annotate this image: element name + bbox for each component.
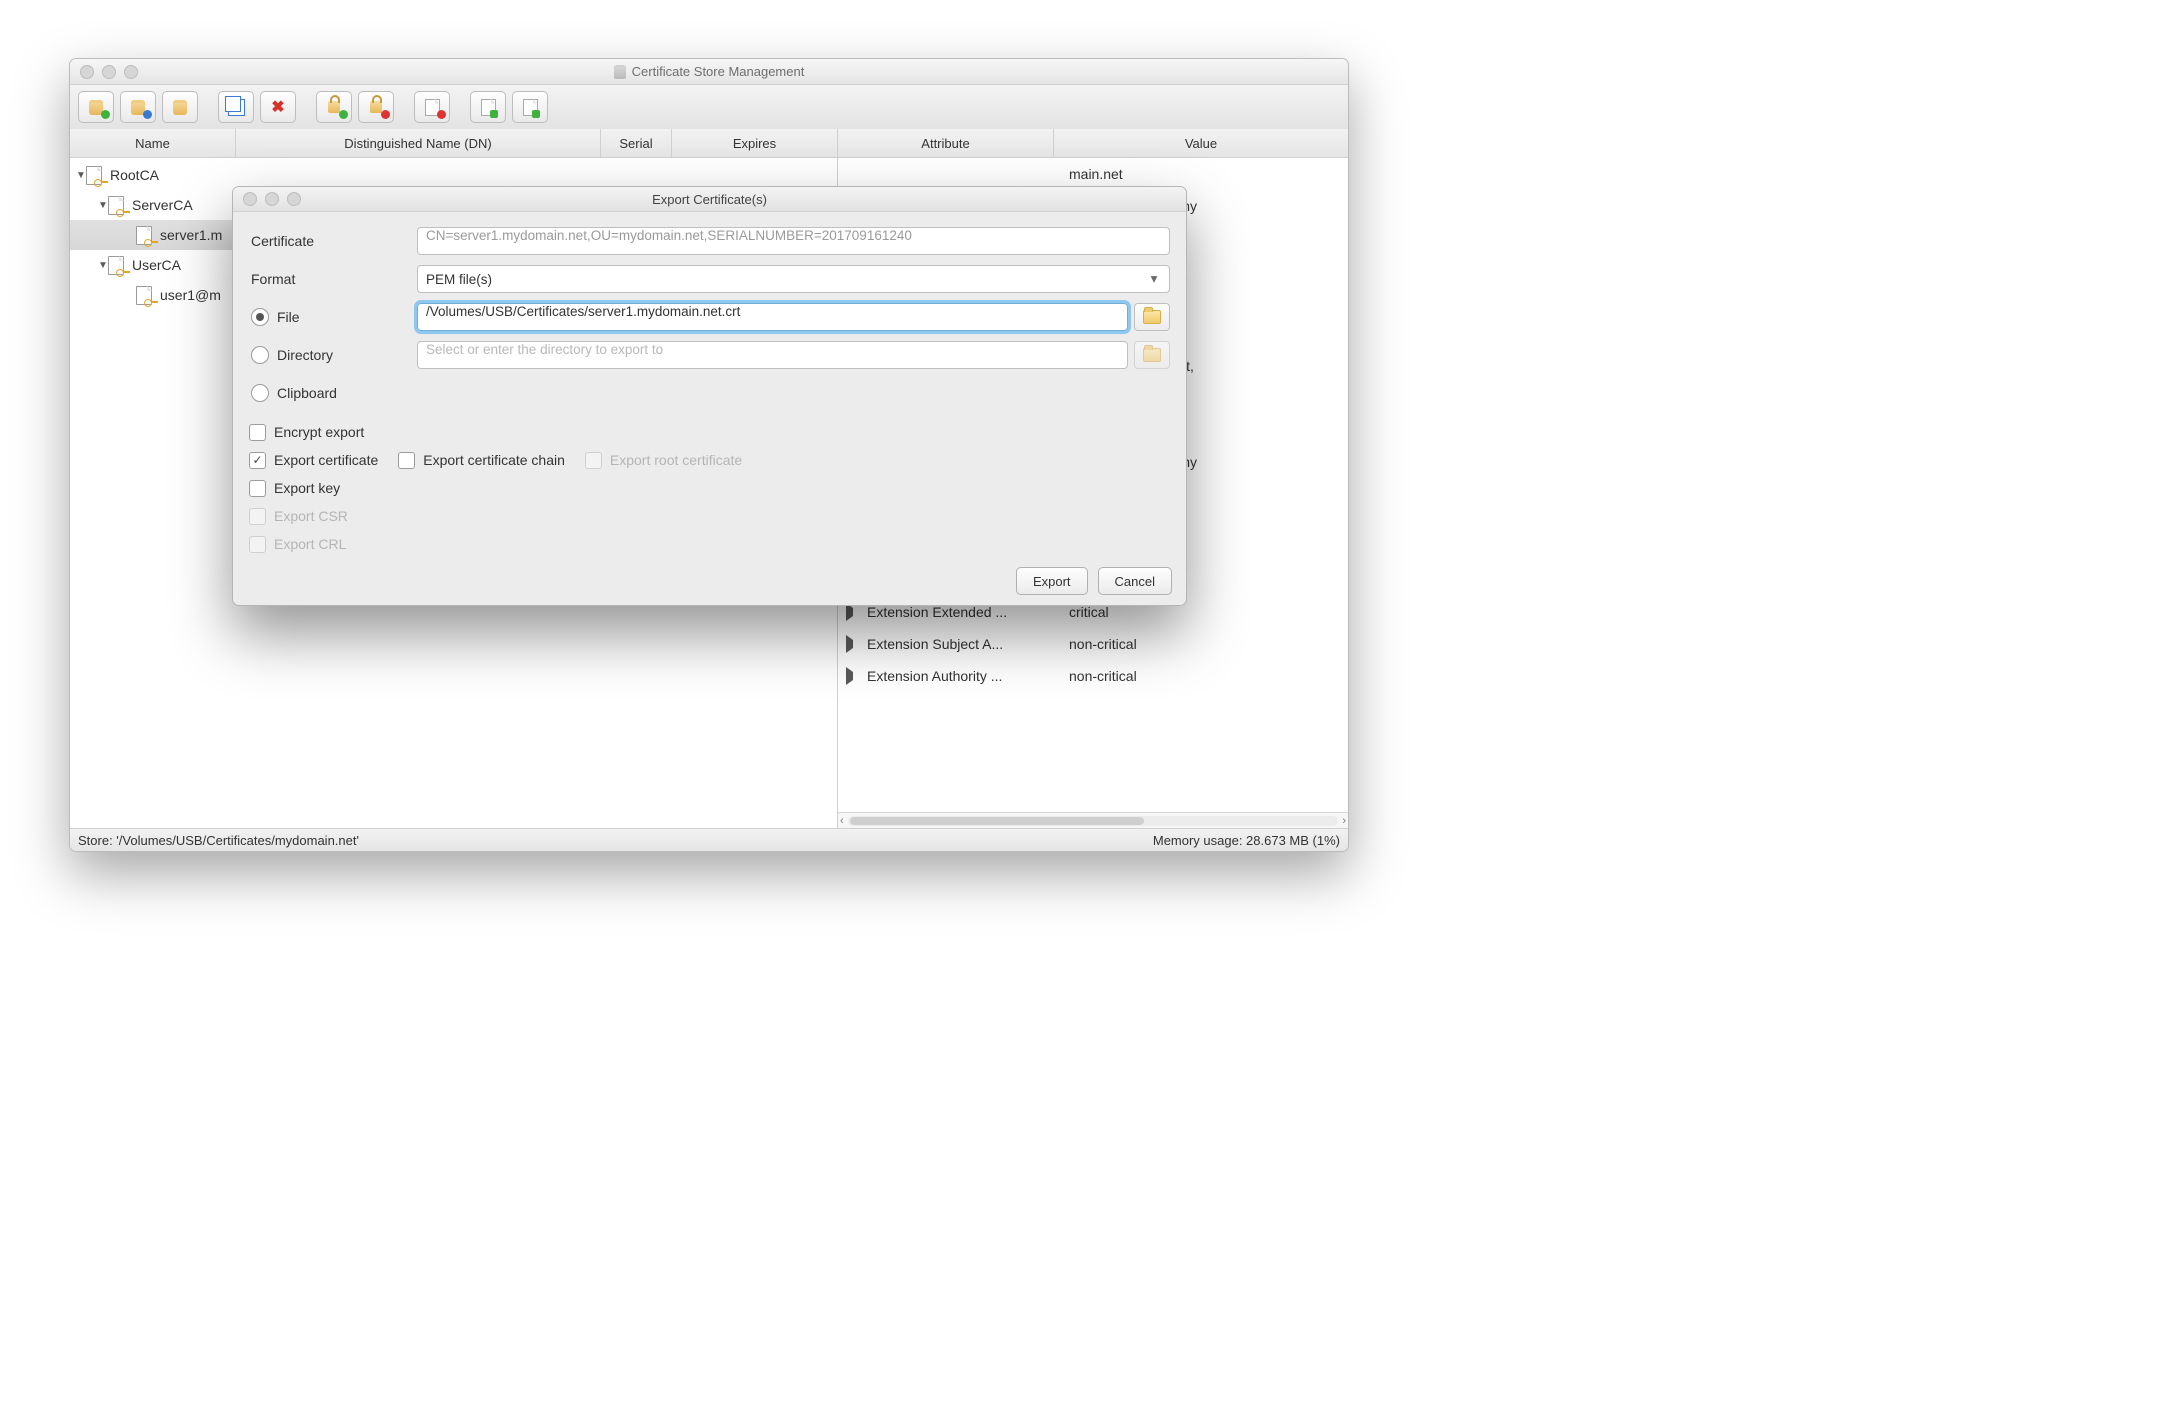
database-icon (614, 65, 626, 79)
dialog-body: Certificate CN=server1.mydomain.net,OU=m… (233, 212, 1186, 558)
label-format: Format (249, 271, 417, 287)
certificate-icon (108, 196, 128, 214)
attr-row-ext-authority[interactable]: Extension Authority ... non-critical (838, 660, 1348, 692)
row-directory: Directory Select or enter the directory … (249, 336, 1170, 374)
tree-label: ServerCA (132, 197, 193, 213)
folder-icon (1143, 310, 1161, 324)
directory-path-input: Select or enter the directory to export … (417, 341, 1128, 369)
export-certificate-checkbox[interactable]: Export certificate (249, 452, 378, 469)
checkbox-icon (249, 452, 266, 469)
row-clipboard: Clipboard (249, 374, 1170, 412)
chevron-right-icon (846, 667, 861, 685)
window-title-text: Certificate Store Management (632, 64, 805, 79)
tree-label: server1.m (160, 227, 222, 243)
disclosure-triangle-icon[interactable]: ▼ (98, 260, 108, 271)
scroll-right-icon[interactable]: › (1342, 815, 1346, 827)
checkbox-icon (585, 452, 602, 469)
label-certificate: Certificate (249, 233, 417, 249)
label-file: File (277, 309, 300, 325)
dialog-buttons: Export Cancel (1016, 567, 1172, 595)
label-directory: Directory (277, 347, 333, 363)
toolbar-import[interactable] (470, 91, 506, 123)
left-header-row: Name Distinguished Name (DN) Serial Expi… (70, 129, 837, 158)
right-header-row: Attribute Value (838, 129, 1348, 158)
col-expires[interactable]: Expires (672, 129, 837, 157)
file-path-input[interactable]: /Volumes/USB/Certificates/server1.mydoma… (417, 303, 1128, 331)
folder-icon (1143, 348, 1161, 362)
checkbox-icon (249, 424, 266, 441)
checkbox-icon (249, 508, 266, 525)
dialog-titlebar: Export Certificate(s) (233, 187, 1186, 212)
export-csr-checkbox: Export CSR (249, 508, 348, 525)
col-attribute[interactable]: Attribute (838, 129, 1054, 157)
tree-label: user1@m (160, 287, 221, 303)
chevron-down-icon: ▾ (1147, 271, 1161, 287)
browse-directory-button (1134, 341, 1170, 369)
radio-file[interactable] (251, 308, 269, 326)
certificate-icon (86, 166, 106, 184)
col-dn[interactable]: Distinguished Name (DN) (236, 129, 601, 157)
row-encrypt: Encrypt export (249, 418, 1170, 446)
row-export-flags-1: Export certificate Export certificate ch… (249, 446, 1170, 474)
toolbar-copy[interactable] (218, 91, 254, 123)
row-format: Format PEM file(s) ▾ (249, 260, 1170, 298)
certificate-icon (136, 226, 156, 244)
row-export-key: Export key (249, 474, 1170, 502)
cancel-button[interactable]: Cancel (1098, 567, 1172, 595)
toolbar-lock-red[interactable] (358, 91, 394, 123)
export-key-checkbox[interactable]: Export key (249, 480, 340, 497)
status-store-path: Store: '/Volumes/USB/Certificates/mydoma… (78, 833, 359, 848)
toolbar-open-store[interactable] (120, 91, 156, 123)
radio-directory[interactable] (251, 346, 269, 364)
certificate-icon (136, 286, 156, 304)
titlebar: Certificate Store Management (70, 59, 1348, 85)
export-crl-checkbox: Export CRL (249, 536, 346, 553)
status-memory: Memory usage: 28.673 MB (1%) (1153, 833, 1340, 848)
status-bar: Store: '/Volumes/USB/Certificates/mydoma… (70, 828, 1348, 851)
dialog-title: Export Certificate(s) (233, 192, 1186, 207)
checkbox-icon (249, 480, 266, 497)
delete-x-icon: ✖ (271, 97, 284, 117)
toolbar-export[interactable] (512, 91, 548, 123)
format-select[interactable]: PEM file(s) ▾ (417, 265, 1170, 293)
toolbar-new-store[interactable] (78, 91, 114, 123)
browse-file-button[interactable] (1134, 303, 1170, 331)
toolbar-lock-green[interactable] (316, 91, 352, 123)
certificate-icon (108, 256, 128, 274)
format-select-value: PEM file(s) (426, 272, 492, 287)
window-title: Certificate Store Management (70, 64, 1348, 79)
disclosure-triangle-icon[interactable]: ▼ (76, 170, 86, 181)
row-file: File /Volumes/USB/Certificates/server1.m… (249, 298, 1170, 336)
scroll-track[interactable] (848, 816, 1339, 826)
row-certificate: Certificate CN=server1.mydomain.net,OU=m… (249, 222, 1170, 260)
col-value[interactable]: Value (1054, 129, 1348, 157)
encrypt-export-checkbox[interactable]: Encrypt export (249, 424, 364, 441)
toolbar-edit-store[interactable] (162, 91, 198, 123)
col-name[interactable]: Name (70, 129, 236, 157)
certificate-dn-field: CN=server1.mydomain.net,OU=mydomain.net,… (417, 227, 1170, 255)
col-serial[interactable]: Serial (601, 129, 672, 157)
row-export-csr: Export CSR (249, 502, 1170, 530)
radio-clipboard[interactable] (251, 384, 269, 402)
toolbar-revoke-cert[interactable] (414, 91, 450, 123)
tree-label: UserCA (132, 257, 181, 273)
toolbar: ✖ (70, 85, 1348, 130)
horizontal-scrollbar[interactable]: ‹ › (838, 812, 1348, 829)
disclosure-triangle-icon[interactable]: ▼ (98, 200, 108, 211)
toolbar-delete[interactable]: ✖ (260, 91, 296, 123)
row-export-crl: Export CRL (249, 530, 1170, 558)
label-clipboard: Clipboard (277, 385, 337, 401)
scroll-left-icon[interactable]: ‹ (840, 815, 844, 827)
export-chain-checkbox[interactable]: Export certificate chain (398, 452, 565, 469)
attr-row-ext-subject[interactable]: Extension Subject A... non-critical (838, 628, 1348, 660)
checkbox-icon (249, 536, 266, 553)
chevron-right-icon (846, 635, 861, 653)
export-dialog: Export Certificate(s) Certificate CN=ser… (232, 186, 1187, 606)
scroll-thumb[interactable] (850, 817, 1144, 825)
export-button[interactable]: Export (1016, 567, 1088, 595)
checkbox-icon (398, 452, 415, 469)
export-root-checkbox: Export root certificate (585, 452, 742, 469)
tree-label: RootCA (110, 167, 159, 183)
